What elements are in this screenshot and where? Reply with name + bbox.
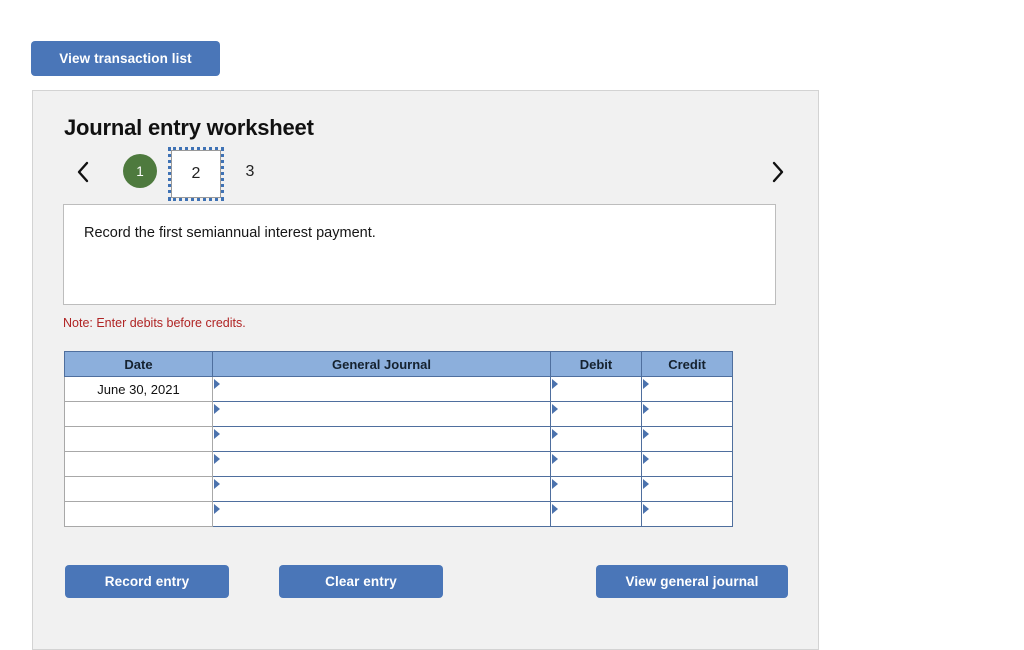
cell-date[interactable] xyxy=(64,451,213,477)
cell-general-journal[interactable] xyxy=(212,426,551,452)
cell-date[interactable] xyxy=(64,426,213,452)
general-journal-input[interactable] xyxy=(213,478,550,500)
record-entry-button[interactable]: Record entry xyxy=(65,565,229,598)
dropdown-arrow-icon xyxy=(552,479,558,489)
table-row xyxy=(64,476,733,502)
clear-entry-button[interactable]: Clear entry xyxy=(279,565,443,598)
page-tab-1[interactable]: 1 xyxy=(123,154,157,188)
view-general-journal-button[interactable]: View general journal xyxy=(596,565,788,598)
dropdown-arrow-icon xyxy=(552,429,558,439)
debit-input[interactable] xyxy=(551,378,641,400)
dropdown-arrow-icon xyxy=(552,379,558,389)
cell-debit[interactable] xyxy=(550,426,642,452)
page-tab-3[interactable]: 3 xyxy=(235,154,265,190)
dropdown-arrow-icon xyxy=(643,504,649,514)
column-header-date: Date xyxy=(64,351,213,377)
general-journal-input[interactable] xyxy=(213,378,550,400)
dropdown-arrow-icon xyxy=(214,504,220,514)
credit-input[interactable] xyxy=(642,378,732,400)
credit-input[interactable] xyxy=(642,428,732,450)
general-journal-input[interactable] xyxy=(213,428,550,450)
cell-date[interactable] xyxy=(64,501,213,527)
table-header-row: Date General Journal Debit Credit xyxy=(64,351,733,377)
page-tab-2[interactable]: 2 xyxy=(168,147,224,201)
dropdown-arrow-icon xyxy=(214,379,220,389)
dropdown-arrow-icon xyxy=(214,479,220,489)
credit-input[interactable] xyxy=(642,503,732,525)
table-body: June 30, 2021 xyxy=(64,376,733,527)
cell-credit[interactable] xyxy=(641,501,733,527)
debits-before-credits-note: Note: Enter debits before credits. xyxy=(63,316,246,330)
debit-input[interactable] xyxy=(551,453,641,475)
debit-input[interactable] xyxy=(551,428,641,450)
journal-entry-worksheet-panel: Journal entry worksheet 1 2 3 Record the… xyxy=(32,90,819,650)
dropdown-arrow-icon xyxy=(643,379,649,389)
debit-input[interactable] xyxy=(551,503,641,525)
table-row: June 30, 2021 xyxy=(64,376,733,402)
cell-debit[interactable] xyxy=(550,451,642,477)
dropdown-arrow-icon xyxy=(552,454,558,464)
cell-debit[interactable] xyxy=(550,476,642,502)
credit-input[interactable] xyxy=(642,453,732,475)
cell-credit[interactable] xyxy=(641,426,733,452)
general-journal-input[interactable] xyxy=(213,453,550,475)
cell-debit[interactable] xyxy=(550,501,642,527)
dropdown-arrow-icon xyxy=(214,429,220,439)
chevron-right-icon[interactable] xyxy=(763,152,793,192)
table-row xyxy=(64,426,733,452)
dropdown-arrow-icon xyxy=(552,504,558,514)
dropdown-arrow-icon xyxy=(643,479,649,489)
cell-date[interactable]: June 30, 2021 xyxy=(64,376,213,402)
cell-credit[interactable] xyxy=(641,376,733,402)
column-header-debit: Debit xyxy=(550,351,642,377)
dropdown-arrow-icon xyxy=(214,454,220,464)
dropdown-arrow-icon xyxy=(643,429,649,439)
journal-entry-table: Date General Journal Debit Credit June 3… xyxy=(64,351,733,527)
dropdown-arrow-icon xyxy=(643,404,649,414)
column-header-credit: Credit xyxy=(641,351,733,377)
cell-date[interactable] xyxy=(64,401,213,427)
general-journal-input[interactable] xyxy=(213,403,550,425)
instruction-box: Record the first semiannual interest pay… xyxy=(63,204,776,305)
dropdown-arrow-icon xyxy=(643,454,649,464)
cell-credit[interactable] xyxy=(641,401,733,427)
cell-general-journal[interactable] xyxy=(212,401,551,427)
credit-input[interactable] xyxy=(642,403,732,425)
cell-general-journal[interactable] xyxy=(212,501,551,527)
cell-general-journal[interactable] xyxy=(212,476,551,502)
cell-credit[interactable] xyxy=(641,476,733,502)
cell-credit[interactable] xyxy=(641,451,733,477)
dropdown-arrow-icon xyxy=(214,404,220,414)
cell-debit[interactable] xyxy=(550,376,642,402)
cell-date[interactable] xyxy=(64,476,213,502)
chevron-left-icon[interactable] xyxy=(68,152,98,192)
page-title: Journal entry worksheet xyxy=(64,115,314,140)
debit-input[interactable] xyxy=(551,403,641,425)
cell-general-journal[interactable] xyxy=(212,376,551,402)
credit-input[interactable] xyxy=(642,478,732,500)
table-row xyxy=(64,501,733,527)
column-header-general-journal: General Journal xyxy=(212,351,551,377)
debit-input[interactable] xyxy=(551,478,641,500)
dropdown-arrow-icon xyxy=(552,404,558,414)
view-transaction-list-button[interactable]: View transaction list xyxy=(31,41,220,76)
cell-general-journal[interactable] xyxy=(212,451,551,477)
table-row xyxy=(64,451,733,477)
table-row xyxy=(64,401,733,427)
cell-debit[interactable] xyxy=(550,401,642,427)
worksheet-pager: 1 2 3 xyxy=(33,147,818,201)
general-journal-input[interactable] xyxy=(213,503,550,525)
instruction-text: Record the first semiannual interest pay… xyxy=(84,225,376,241)
